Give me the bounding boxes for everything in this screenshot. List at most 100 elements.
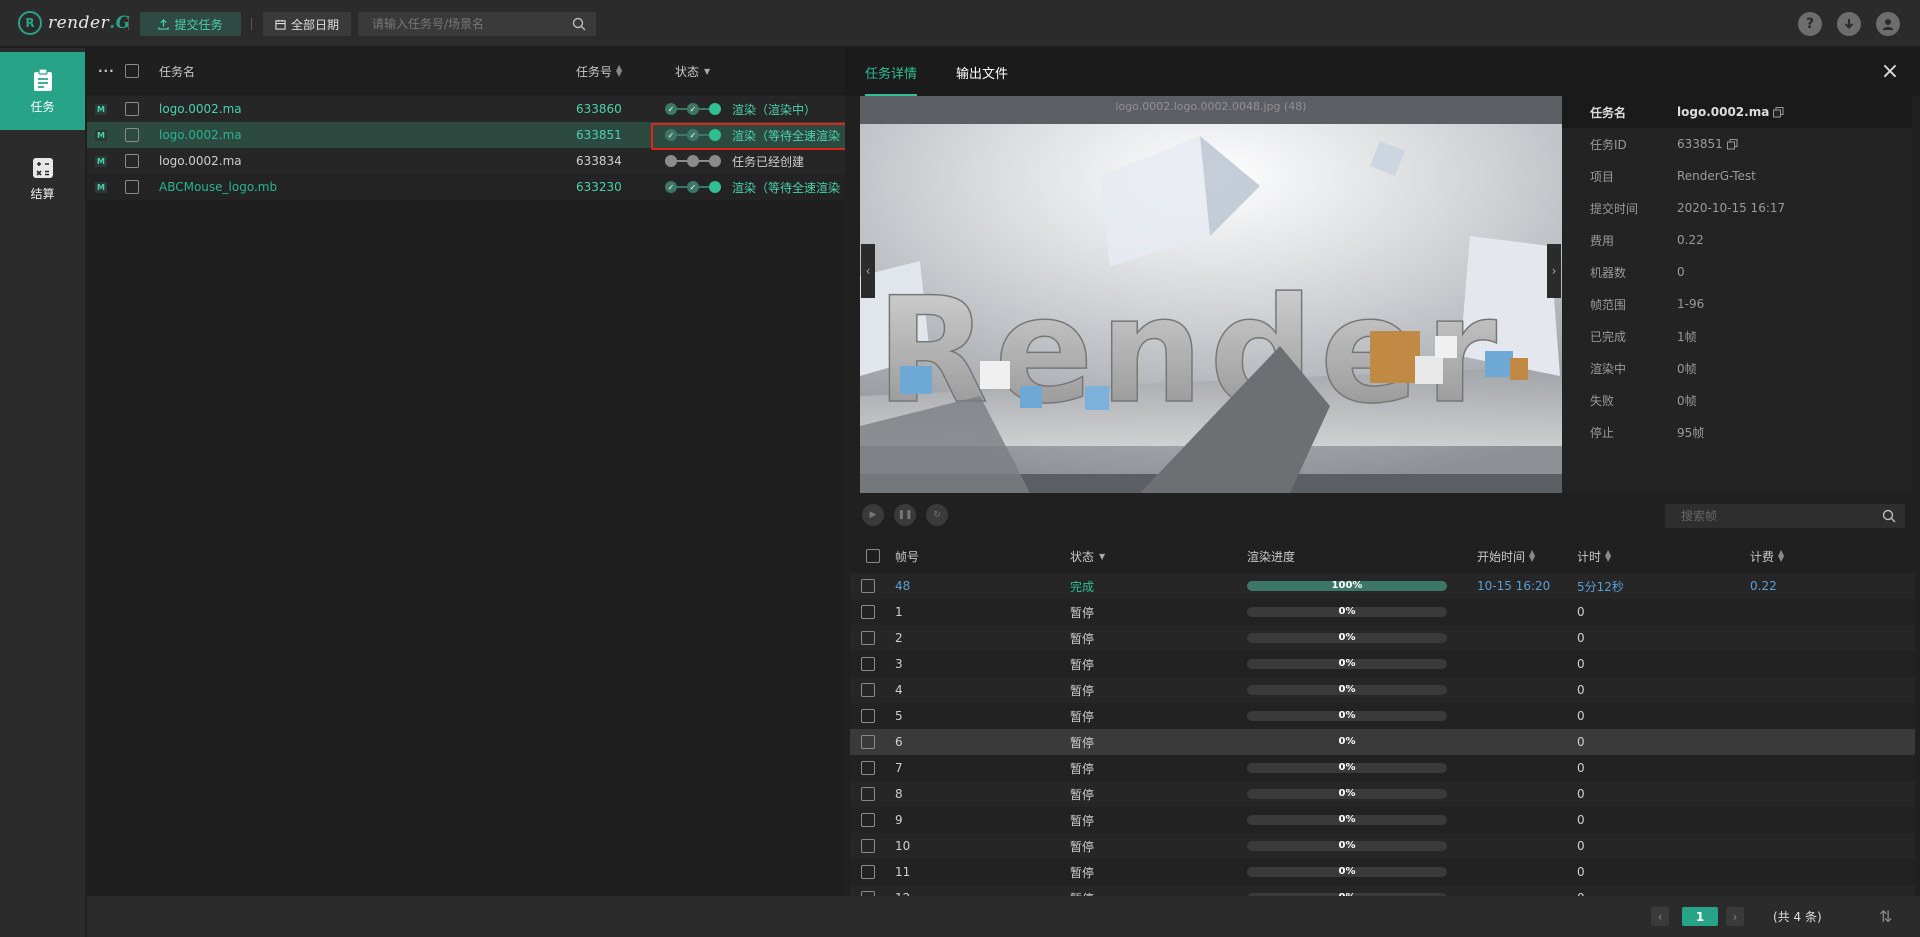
frame-checkbox[interactable]	[861, 709, 875, 723]
nav-item-billing[interactable]: 结算	[0, 140, 85, 218]
header-start-time[interactable]: 开始时间 ▲ ▼	[1477, 542, 1535, 570]
start-frame-button[interactable]: ▶	[862, 504, 884, 526]
info-label: 帧范围	[1590, 297, 1627, 312]
frame-number[interactable]: 3	[895, 651, 903, 677]
copy-icon[interactable]	[1773, 106, 1784, 118]
frame-progress-label: 0%	[1338, 763, 1356, 773]
sort-icon: ▲ ▼	[1605, 548, 1612, 563]
tab-task-details[interactable]: 任务详情	[865, 48, 918, 96]
frame-checkbox[interactable]	[861, 605, 875, 619]
frame-checkbox[interactable]	[861, 735, 875, 749]
row-checkbox[interactable]	[125, 180, 139, 194]
header-frame-status[interactable]: 状态 ▼	[1070, 542, 1105, 570]
nav-item-tasks[interactable]: 任务	[0, 52, 85, 130]
logo[interactable]: R render.G	[18, 10, 131, 36]
row-checkbox[interactable]	[125, 154, 139, 168]
frame-row[interactable]: 11 暂停 0% 0	[850, 859, 1915, 885]
frame-number[interactable]: 5	[895, 703, 903, 729]
prev-page-button[interactable]: ‹	[1651, 907, 1669, 926]
frame-progress-bar: 0%	[1247, 867, 1447, 877]
more-options-icon[interactable]: ···	[98, 48, 115, 94]
frame-row[interactable]: 8 暂停 0% 0	[850, 781, 1915, 807]
frame-number[interactable]: 9	[895, 807, 903, 833]
task-name[interactable]: logo.0002.ma	[159, 122, 242, 148]
top-bar: R render.G 提交任务 全部日期 ?	[0, 0, 1920, 47]
frame-row[interactable]: 1 暂停 0% 0	[850, 599, 1915, 625]
preview-next-arrow[interactable]: ›	[1547, 244, 1561, 298]
help-icon[interactable]: ?	[1798, 12, 1822, 36]
maya-file-icon: M	[95, 103, 107, 115]
task-search-input[interactable]	[358, 12, 558, 36]
copy-icon[interactable]	[1726, 138, 1738, 150]
search-icon[interactable]	[1882, 509, 1896, 523]
submit-task-button[interactable]: 提交任务	[140, 12, 241, 36]
row-checkbox[interactable]	[125, 128, 139, 142]
header-progress: 渲染进度	[1247, 549, 1296, 564]
info-value: 0.22	[1677, 233, 1704, 247]
sort-icon: ▲ ▼	[1529, 548, 1536, 563]
logo-mark: R	[18, 11, 42, 35]
frame-number[interactable]: 2	[895, 625, 903, 651]
frame-row[interactable]: 5 暂停 0% 0	[850, 703, 1915, 729]
frame-checkbox[interactable]	[861, 813, 875, 827]
frame-number[interactable]: 48	[895, 573, 910, 599]
header-timer[interactable]: 计时 ▲ ▼	[1577, 542, 1611, 570]
frame-row[interactable]: 4 暂停 0% 0	[850, 677, 1915, 703]
header-task-id[interactable]: 任务号 ▲ ▼	[576, 48, 622, 94]
info-value: RenderG-Test	[1677, 169, 1756, 183]
pause-frame-button[interactable]: ❚❚	[894, 504, 916, 526]
frame-number[interactable]: 10	[895, 833, 910, 859]
frame-row[interactable]: 3 暂停 0% 0	[850, 651, 1915, 677]
sort-toggle-icon[interactable]: ⇅	[1879, 907, 1892, 926]
page-current[interactable]: 1	[1682, 907, 1718, 926]
frame-number[interactable]: 11	[895, 859, 910, 885]
task-name[interactable]: ABCMouse_logo.mb	[159, 174, 277, 200]
task-row[interactable]: M ABCMouse_logo.mb 633230 ✓ ✓ 渲染（等待全速渲染	[87, 174, 845, 200]
frame-checkbox[interactable]	[861, 683, 875, 697]
frame-number[interactable]: 6	[895, 729, 903, 755]
close-icon[interactable]: ×	[1880, 61, 1900, 83]
frame-progress-bar: 0%	[1247, 789, 1447, 799]
filter-dropdown-icon: ▼	[1099, 551, 1106, 561]
frame-number[interactable]: 8	[895, 781, 903, 807]
frame-checkbox[interactable]	[861, 865, 875, 879]
frame-row[interactable]: 6 暂停 0% 0	[850, 729, 1915, 755]
task-name[interactable]: logo.0002.ma	[159, 148, 242, 174]
frame-number[interactable]: 1	[895, 599, 903, 625]
select-all-frames-checkbox[interactable]	[866, 549, 880, 563]
frame-row[interactable]: 48 完成 100% 10-15 16:20 5分12秒 0.22	[850, 573, 1915, 599]
frame-checkbox[interactable]	[861, 787, 875, 801]
tab-output-files[interactable]: 输出文件	[956, 48, 1008, 96]
preview-prev-arrow[interactable]: ‹	[861, 244, 875, 298]
frame-progress-label: 0%	[1338, 659, 1356, 669]
user-icon[interactable]	[1876, 12, 1900, 36]
next-page-button[interactable]: ›	[1726, 907, 1744, 926]
frame-row[interactable]: 2 暂停 0% 0	[850, 625, 1915, 651]
frame-row[interactable]: 9 暂停 0% 0	[850, 807, 1915, 833]
retry-frame-button[interactable]: ↻	[926, 504, 948, 526]
date-filter-button[interactable]: 全部日期	[263, 12, 351, 36]
frame-search-input[interactable]	[1665, 504, 1865, 528]
frame-checkbox[interactable]	[861, 839, 875, 853]
task-row[interactable]: Mlogo.0002.ma 633860 ✓ ✓ 渲染（渲染中）	[87, 96, 845, 122]
frame-number[interactable]: 4	[895, 677, 903, 703]
frame-checkbox[interactable]	[861, 761, 875, 775]
frame-checkbox[interactable]	[861, 657, 875, 671]
task-name[interactable]: logo.0002.ma	[159, 96, 242, 122]
frame-timer: 5分12秒	[1577, 579, 1624, 594]
frame-checkbox[interactable]	[861, 631, 875, 645]
info-label: 机器数	[1590, 265, 1627, 280]
frame-checkbox[interactable]	[861, 579, 875, 593]
search-icon[interactable]	[572, 17, 586, 31]
info-row: 任务ID 633851	[1562, 128, 1912, 160]
task-row[interactable]: Mlogo.0002.ma 633834 任务已经创建	[87, 148, 845, 174]
select-all-checkbox[interactable]	[125, 64, 139, 78]
header-cost[interactable]: 计费 ▲ ▼	[1750, 542, 1784, 570]
header-status[interactable]: 状态 ▼	[675, 48, 710, 94]
frame-number[interactable]: 7	[895, 755, 903, 781]
frame-row[interactable]: 10 暂停 0% 0	[850, 833, 1915, 859]
frame-progress-label: 0%	[1338, 633, 1356, 643]
download-icon[interactable]	[1837, 12, 1861, 36]
row-checkbox[interactable]	[125, 102, 139, 116]
frame-row[interactable]: 7 暂停 0% 0	[850, 755, 1915, 781]
